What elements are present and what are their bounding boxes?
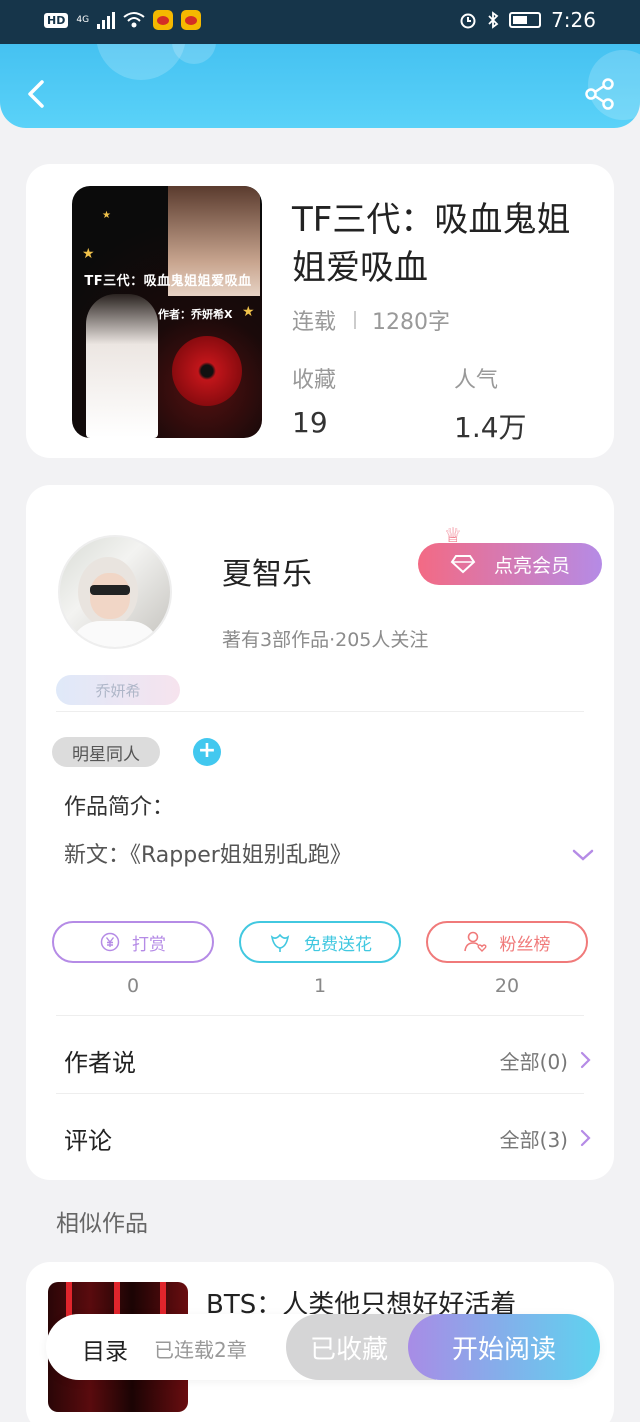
chapter-status: 已连载2章 [154,1338,247,1362]
send-flower-button[interactable]: 免费送花 [239,921,401,963]
intro-text: 新文：《Rapper姐姐别乱跑》 [64,843,352,868]
network-type: 4G [76,15,90,25]
chevron-right-icon [580,1129,591,1147]
tip-button[interactable]: 打赏 [52,921,214,963]
yuan-icon [100,932,120,952]
start-reading-label: 开始阅读 [451,1334,556,1365]
user-heart-icon [463,931,487,952]
bottom-action-bar: 目录 已连载2章 已收藏 开始阅读 [46,1314,600,1380]
fan-ranking-button[interactable]: 粉丝榜 [426,921,588,963]
book-meta: 连载 1280字 [292,304,450,336]
flower-count: 1 [313,975,327,997]
star-icon: ★ [82,246,95,262]
cover-eye-graphic [172,336,242,406]
alarm-icon [460,13,476,29]
favorites-value: 19 [292,406,328,439]
author-name-tag: 乔妍希 [56,675,180,705]
signal-icon [97,11,116,29]
diamond-icon [450,555,476,574]
book-cover[interactable]: TF三代：吸血鬼姐姐爱吸血 作者：乔妍希X ★ ★ ★ [72,186,262,438]
book-title: TF三代：吸血鬼姐姐爱吸血 [292,200,571,288]
author-says-row[interactable]: 作者说 全部(0) [64,1040,592,1080]
send-flower-label: 免费送花 [304,934,372,955]
author-says-count: 全部(0) [499,1049,568,1074]
flower-icon [270,933,290,952]
comments-count: 全部(3) [499,1127,568,1152]
fan-count: 20 [494,975,520,997]
author-says-label: 作者说 [64,1048,136,1077]
word-count: 1280字 [372,310,451,335]
bluetooth-icon [488,11,499,29]
favorites-label: 收藏 [292,368,337,393]
status-bar: HD 4G 7:26 [0,0,640,44]
weibo-icon [181,10,202,30]
chevron-right-icon [580,1051,591,1069]
wifi-icon [123,12,145,28]
add-tag-button[interactable]: + [193,738,221,766]
comments-label: 评论 [64,1126,112,1155]
clock: 7:26 [551,8,596,32]
vip-button[interactable]: 点亮会员 [418,543,602,585]
battery-icon [509,12,542,28]
header: HD 4G 7:26 [0,0,640,128]
fan-ranking-label: 粉丝榜 [499,934,551,955]
favorites-stat: 收藏 19 [292,362,336,439]
genre-tag[interactable]: 明星同人 [52,737,160,767]
weibo-icon [153,10,174,30]
author-name[interactable]: 夏智乐 [222,549,312,593]
star-icon: ★ [102,210,111,221]
chevron-down-icon[interactable] [570,847,596,863]
popularity-stat: 人气 1.4万 [454,362,527,446]
comments-row[interactable]: 评论 全部(3) [64,1118,592,1158]
author-card: 夏智乐 ♕ 点亮会员 著有3部作品·205人关注 乔妍希 明星同人 + 作品简介… [26,485,614,1180]
author-stats: 著有3部作品·205人关注 [222,629,429,651]
vip-button-label: 点亮会员 [493,554,570,577]
avatar[interactable] [58,535,172,649]
tip-count: 0 [126,975,140,997]
hd-icon: HD [44,12,69,28]
toc-button[interactable]: 目录 [82,1332,128,1366]
divider [354,311,357,329]
divider [56,711,584,712]
cover-figure [86,294,158,438]
star-icon: ★ [242,304,255,320]
similar-section-title: 相似作品 [56,1211,148,1237]
popularity-value: 1.4万 [454,411,527,444]
book-info-card: TF三代：吸血鬼姐姐爱吸血 作者：乔妍希X ★ ★ ★ TF三代：吸血鬼姐姐爱吸… [26,164,614,458]
share-button[interactable] [582,76,618,112]
serial-status: 连载 [292,310,337,335]
cover-author: 作者：乔妍希X [158,308,233,321]
back-button[interactable] [22,74,52,114]
divider [56,1093,584,1094]
start-reading-button[interactable]: 开始阅读 [408,1314,600,1380]
tip-label: 打赏 [132,934,166,955]
divider [56,1015,584,1016]
cover-title: TF三代：吸血鬼姐姐爱吸血 [84,274,252,289]
favorited-label: 已收藏 [309,1334,388,1365]
popularity-label: 人气 [454,368,499,393]
intro-label: 作品简介： [64,795,175,820]
